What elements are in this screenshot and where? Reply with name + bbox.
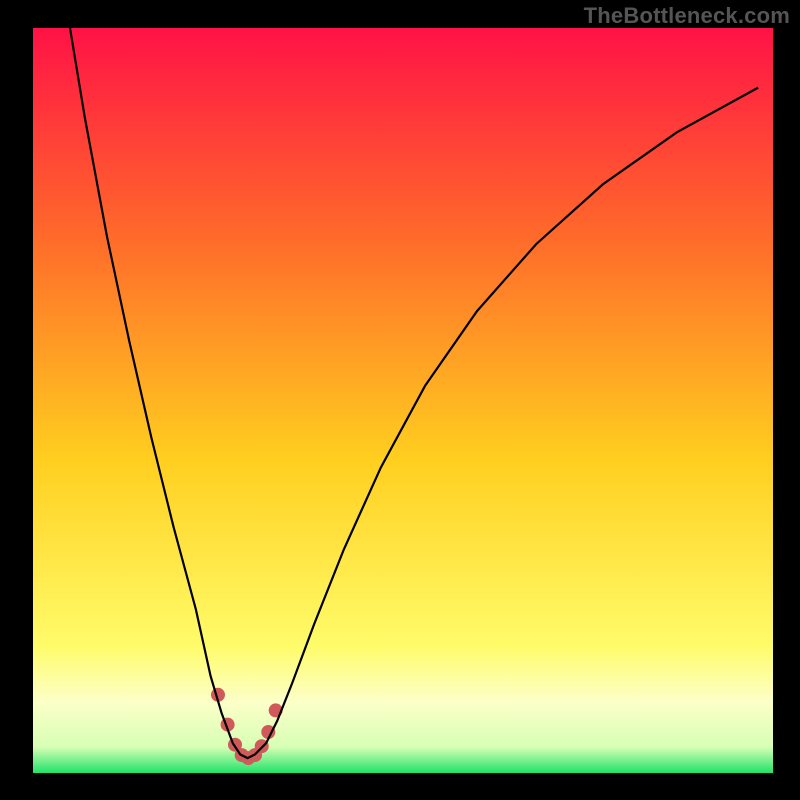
plot-background: [33, 28, 773, 773]
plot-area: [33, 28, 773, 773]
chart-svg: [0, 0, 800, 800]
watermark-text: TheBottleneck.com: [584, 3, 790, 29]
chart-frame: TheBottleneck.com: [0, 0, 800, 800]
